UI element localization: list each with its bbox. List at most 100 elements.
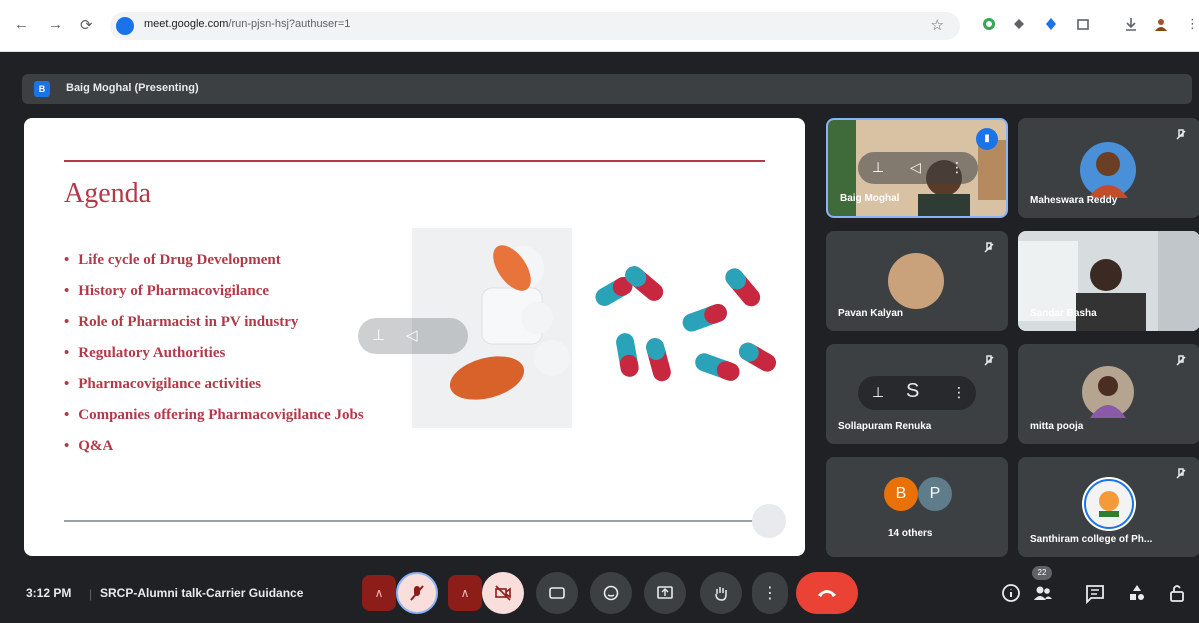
mute-icon[interactable]: ◁ (910, 159, 921, 176)
participant-name: Pavan Kalyan (838, 308, 904, 319)
more-options-icon[interactable]: ⋮ (952, 384, 966, 401)
participant-name: Sandar Basha (1030, 308, 1097, 319)
participant-tile[interactable]: ⊥ S ⋮ Sollapuram Renuka (826, 344, 1008, 444)
meet-control-bar: 3:12 PM | SRCP-Alumni talk-Carrier Guida… (0, 560, 1199, 623)
meeting-title: SRCP-Alumni talk-Carrier Guidance (100, 586, 304, 600)
bookmark-star-icon[interactable]: ☆ (931, 16, 944, 34)
back-icon[interactable]: ← (14, 16, 29, 33)
extensions-puzzle-icon[interactable] (1076, 17, 1090, 31)
participant-tile[interactable]: Pavan Kalyan (826, 231, 1008, 331)
address-bar[interactable]: meet.google.com/run-pjsn-hsj?authuser=1 … (110, 12, 960, 40)
meeting-clock: 3:12 PM (26, 586, 72, 600)
agenda-item: Pharmacovigilance activities (64, 376, 364, 407)
presenter-label: Baig Moghal (Presenting) (66, 82, 199, 94)
avatar (1082, 366, 1134, 418)
raise-hand-button[interactable] (700, 572, 742, 614)
participant-name: Maheswara Reddy (1030, 195, 1118, 206)
browser-menu-icon[interactable]: ⋮ (1186, 16, 1199, 32)
presenting-banner: B Baig Moghal (Presenting) (22, 74, 1192, 104)
agenda-item: History of Pharmacovigilance (64, 283, 364, 314)
more-vert-icon: ⋮ (762, 585, 778, 602)
microphone-toggle-button[interactable] (396, 572, 438, 614)
participant-name: Baig Moghal (840, 193, 900, 204)
college-logo (1082, 477, 1136, 531)
extension-icon[interactable] (1012, 17, 1026, 31)
presentation-slide: Agenda Life cycle of Drug Development Hi… (24, 118, 805, 556)
meet-top-bar: B Baig Moghal (Presenting) (0, 52, 1199, 118)
extension-icon[interactable] (982, 17, 996, 31)
reactions-button[interactable] (590, 572, 632, 614)
agenda-item: Role of Pharmacist in PV industry (64, 314, 364, 345)
avatar: B (884, 477, 918, 511)
tile-hover-controls[interactable]: ⊥ S ⋮ (858, 376, 976, 410)
slide-hover-controls[interactable]: ⊥ ◁ (358, 318, 468, 354)
participant-tile[interactable]: B P 14 others (826, 457, 1008, 557)
slide-bottom-rule (64, 520, 765, 522)
host-controls-icon[interactable] (1166, 582, 1188, 604)
avatar: P (918, 477, 952, 511)
more-options-icon[interactable]: ⋮ (950, 159, 964, 176)
speaking-indicator-icon: ▮ (976, 128, 998, 150)
avatar (888, 253, 944, 309)
mic-off-icon (1176, 468, 1186, 479)
extension-icon[interactable] (1044, 17, 1058, 31)
participant-name: Sollapuram Renuka (838, 421, 932, 432)
mic-off-icon (984, 355, 994, 366)
mic-off-icon (1176, 355, 1186, 366)
captions-icon (549, 587, 565, 599)
participant-name: mitta pooja (1030, 421, 1084, 432)
url-text: meet.google.com/run-pjsn-hsj?authuser=1 (144, 18, 351, 30)
reload-icon[interactable]: ⟳ (80, 16, 93, 34)
slide-top-rule (64, 160, 765, 162)
profile-avatar-icon[interactable] (1154, 17, 1168, 31)
activities-icon[interactable] (1126, 582, 1148, 604)
mic-off-icon (984, 242, 994, 253)
more-options-button[interactable]: ⋮ (752, 572, 788, 614)
avatar (1080, 142, 1136, 198)
hand-icon (715, 587, 727, 601)
pin-icon[interactable]: ⊥ (872, 384, 884, 401)
pills-image (412, 228, 777, 428)
hang-up-icon (818, 590, 836, 597)
tile-hover-controls[interactable]: ⊥ ◁ ⋮ (858, 152, 978, 184)
agenda-list: Life cycle of Drug Development History o… (64, 252, 364, 469)
pin-icon[interactable]: ⊥ (872, 159, 884, 176)
divider: | (89, 587, 93, 601)
camera-off-icon (495, 585, 511, 601)
agenda-item: Companies offering Pharmacovigilance Job… (64, 407, 363, 438)
download-icon[interactable] (1124, 17, 1138, 31)
participant-tile[interactable]: Sandar Basha (1018, 231, 1199, 331)
mic-off-icon (1176, 129, 1186, 140)
presenter-badge: B (34, 81, 50, 97)
agenda-item: Life cycle of Drug Development (64, 252, 364, 283)
audio-options-chevron[interactable]: ∧ (362, 575, 396, 611)
site-info-icon[interactable] (116, 17, 134, 35)
chat-icon[interactable] (1084, 582, 1106, 604)
participant-tile[interactable]: Santhiram college of Ph... (1018, 457, 1199, 557)
agenda-item: Q&A (64, 438, 364, 469)
meeting-details-icon[interactable] (1000, 582, 1022, 604)
participant-name: 14 others (888, 528, 933, 539)
slide-title: Agenda (64, 178, 152, 209)
slide-corner-badge (752, 504, 786, 538)
avatar-initial: S (906, 380, 920, 402)
video-options-chevron[interactable]: ∧ (448, 575, 482, 611)
speaker-icon[interactable]: ◁ (406, 326, 418, 344)
forward-icon[interactable]: → (48, 16, 63, 33)
people-icon[interactable] (1032, 582, 1054, 604)
participant-tile[interactable]: ⊥ ◁ ⋮ ▮ Baig Moghal (826, 118, 1008, 218)
camera-toggle-button[interactable] (482, 572, 524, 614)
participant-tile[interactable]: Maheswara Reddy (1018, 118, 1199, 218)
pin-icon[interactable]: ⊥ (372, 326, 385, 344)
participant-tile[interactable]: mitta pooja (1018, 344, 1199, 444)
browser-toolbar: ← → ⟳ meet.google.com/run-pjsn-hsj?authu… (0, 0, 1199, 52)
present-icon (657, 586, 673, 599)
participant-name: Santhiram college of Ph... (1030, 534, 1153, 545)
agenda-item: Regulatory Authorities (64, 345, 364, 376)
leave-call-button[interactable] (796, 572, 858, 614)
emoji-icon (603, 585, 619, 601)
mic-off-icon (410, 585, 424, 601)
participant-count-badge: 22 (1032, 566, 1052, 580)
present-screen-button[interactable] (644, 572, 686, 614)
captions-button[interactable] (536, 572, 578, 614)
